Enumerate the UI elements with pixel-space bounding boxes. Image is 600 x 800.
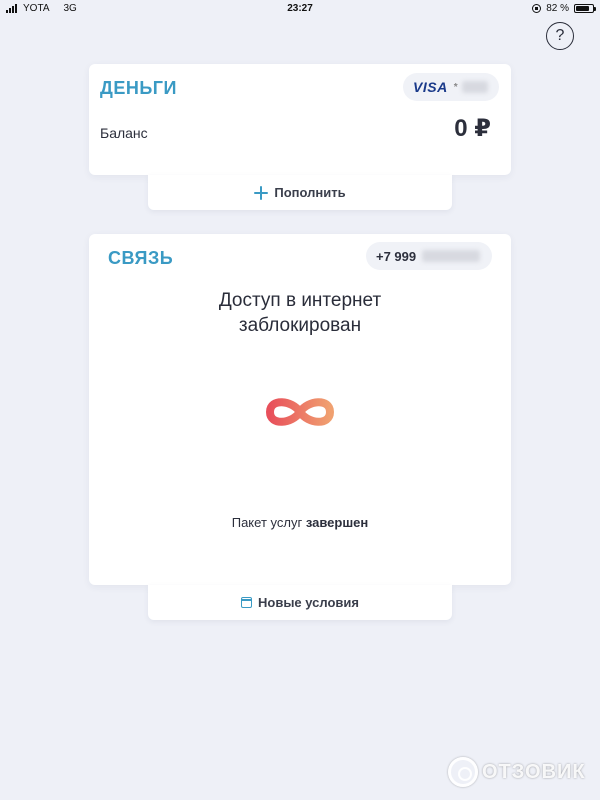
blocked-message: Доступ в интернет заблокирован	[89, 288, 511, 338]
watermark-text: ОТЗОВИК	[482, 760, 586, 783]
status-right: 82 %	[532, 3, 596, 14]
balance-value: 0 ₽	[454, 115, 491, 142]
watermark: ОТЗОВИК	[448, 757, 586, 787]
status-bar: YOTA 3G 23:27 82 %	[0, 0, 600, 18]
balance-label: Баланс	[100, 125, 148, 141]
phone-selector[interactable]: +7 999	[366, 242, 492, 270]
blocked-line-1: Доступ в интернет	[218, 290, 382, 311]
status-time: 23:27	[287, 3, 313, 14]
money-card[interactable]: ДЕНЬГИ VISA * Баланс 0 ₽	[89, 64, 511, 175]
topup-button[interactable]: Пополнить	[148, 175, 452, 210]
new-terms-button[interactable]: Новые условия	[148, 585, 452, 620]
plus-icon	[254, 185, 269, 200]
topup-label: Пополнить	[274, 185, 346, 200]
calendar-icon	[241, 597, 252, 608]
watermark-logo-icon	[448, 757, 478, 787]
battery-fill	[576, 6, 590, 11]
battery-percent: 82 %	[546, 3, 569, 14]
phone-prefix: +7 999	[376, 248, 417, 264]
card-mask: *	[453, 81, 458, 93]
help-button[interactable]: ?	[546, 22, 574, 50]
card-selector[interactable]: VISA *	[403, 73, 499, 101]
blocked-line-2: заблокирован	[238, 315, 362, 336]
card-number-blurred	[461, 81, 488, 93]
battery-icon	[574, 4, 596, 13]
package-status: Пакет услуг завершен	[89, 515, 511, 530]
phone-number-blurred	[422, 250, 481, 262]
rotation-lock-icon	[532, 4, 542, 13]
package-status-value: завершен	[305, 515, 369, 530]
package-prefix: Пакет услуг	[231, 515, 306, 530]
visa-logo: VISA	[413, 79, 448, 95]
infinity-icon	[265, 398, 335, 426]
connection-card[interactable]: СВЯЗЬ +7 999 Доступ в интернет заблокиро…	[89, 234, 511, 585]
connection-title: СВЯЗЬ	[108, 248, 174, 268]
money-title: ДЕНЬГИ	[100, 78, 177, 98]
new-terms-label: Новые условия	[258, 595, 359, 610]
